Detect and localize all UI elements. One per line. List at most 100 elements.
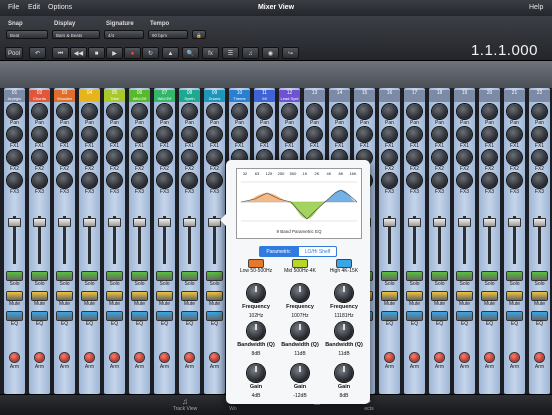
pan-knob[interactable]	[507, 104, 522, 119]
volume-fader[interactable]	[158, 218, 171, 227]
mute-button[interactable]	[157, 292, 172, 300]
bandwidth-knob[interactable]	[247, 322, 265, 340]
tuner-icon[interactable]: ♫	[242, 47, 259, 59]
mute-button[interactable]	[432, 292, 447, 300]
track-header[interactable]: 13	[304, 90, 325, 102]
track-header[interactable]: 07 Wild Eff	[154, 90, 175, 102]
fx1-knob[interactable]	[282, 127, 297, 142]
track-header[interactable]: 14	[329, 90, 350, 102]
fx2-knob[interactable]	[407, 150, 422, 165]
volume-fader[interactable]	[433, 218, 446, 227]
solo-button[interactable]	[432, 272, 447, 280]
pan-knob[interactable]	[457, 104, 472, 119]
volume-fader[interactable]	[533, 218, 546, 227]
fx3-knob[interactable]	[407, 173, 422, 188]
mode-parametric-button[interactable]: Parametric	[259, 246, 298, 257]
mute-button[interactable]	[107, 292, 122, 300]
fx3-knob[interactable]	[132, 173, 147, 188]
rewind-icon[interactable]: ⏮	[52, 47, 69, 59]
band-selector[interactable]: Low 50-500Hz	[236, 260, 276, 274]
pan-knob[interactable]	[57, 104, 72, 119]
arm-record-button[interactable]	[110, 353, 119, 362]
signature-select[interactable]: 4/4	[104, 30, 144, 39]
pan-knob[interactable]	[7, 104, 22, 119]
fx2-knob[interactable]	[382, 150, 397, 165]
volume-fader[interactable]	[183, 218, 196, 227]
track-header[interactable]: 16	[379, 90, 400, 102]
fx2-knob[interactable]	[507, 150, 522, 165]
metronome-icon[interactable]: ▲	[162, 47, 179, 59]
fx3-knob[interactable]	[7, 173, 22, 188]
eq-button[interactable]	[57, 312, 72, 320]
mute-button[interactable]	[207, 292, 222, 300]
solo-button[interactable]	[132, 272, 147, 280]
fx3-knob[interactable]	[457, 173, 472, 188]
fx1-knob[interactable]	[107, 127, 122, 142]
fx2-knob[interactable]	[107, 150, 122, 165]
eq-button[interactable]	[82, 312, 97, 320]
mute-button[interactable]	[132, 292, 147, 300]
pan-knob[interactable]	[32, 104, 47, 119]
arm-record-button[interactable]	[185, 353, 194, 362]
eq-button[interactable]	[457, 312, 472, 320]
eq-button[interactable]	[32, 312, 47, 320]
fx3-knob[interactable]	[107, 173, 122, 188]
mode-shelf-button[interactable]: LO/Hi Shelf	[298, 246, 337, 257]
fx2-knob[interactable]	[532, 150, 547, 165]
stop-icon[interactable]: ■	[88, 47, 105, 59]
solo-button[interactable]	[482, 272, 497, 280]
fx2-knob[interactable]	[207, 150, 222, 165]
frequency-knob[interactable]	[335, 284, 353, 302]
eq-button[interactable]	[7, 312, 22, 320]
loop-icon[interactable]: ↻	[142, 47, 159, 59]
mute-button[interactable]	[182, 292, 197, 300]
track-header[interactable]: 12 Lead Synt	[279, 90, 300, 102]
fx1-knob[interactable]	[482, 127, 497, 142]
tab-track-view[interactable]: ♫ Track View	[168, 397, 202, 412]
solo-button[interactable]	[32, 272, 47, 280]
eq-graph[interactable]: 32 63 125 250 500 1K 2K 4K 8K 16K 9 Band Parametr…	[236, 168, 362, 239]
volume-fader[interactable]	[58, 218, 71, 227]
solo-button[interactable]	[182, 272, 197, 280]
solo-button[interactable]	[532, 272, 547, 280]
pan-knob[interactable]	[482, 104, 497, 119]
eq-button[interactable]	[382, 312, 397, 320]
lock-icon[interactable]: 🔒	[192, 30, 206, 39]
volume-fader[interactable]	[133, 218, 146, 227]
mute-button[interactable]	[407, 292, 422, 300]
fx1-knob[interactable]	[532, 127, 547, 142]
fx1-knob[interactable]	[7, 127, 22, 142]
fx1-knob[interactable]	[457, 127, 472, 142]
track-header[interactable]: 17	[404, 90, 425, 102]
fx1-knob[interactable]	[432, 127, 447, 142]
fx1-knob[interactable]	[157, 127, 172, 142]
fx1-knob[interactable]	[407, 127, 422, 142]
mute-button[interactable]	[32, 292, 47, 300]
arm-record-button[interactable]	[510, 353, 519, 362]
solo-button[interactable]	[457, 272, 472, 280]
zoom-icon[interactable]: 🔍	[182, 47, 199, 59]
track-header[interactable]: 20	[479, 90, 500, 102]
solo-button[interactable]	[107, 272, 122, 280]
track-header[interactable]: 03 Wooden	[54, 90, 75, 102]
solo-button[interactable]	[7, 272, 22, 280]
arm-record-button[interactable]	[160, 353, 169, 362]
snap-select[interactable]: Beat	[6, 30, 48, 39]
fx1-knob[interactable]	[257, 127, 272, 142]
track-header[interactable]: 11 Mi	[254, 90, 275, 102]
mute-button[interactable]	[532, 292, 547, 300]
arm-record-button[interactable]	[210, 353, 219, 362]
fx2-knob[interactable]	[432, 150, 447, 165]
mute-button[interactable]	[507, 292, 522, 300]
volume-fader[interactable]	[33, 218, 46, 227]
fx1-knob[interactable]	[332, 127, 347, 142]
solo-button[interactable]	[507, 272, 522, 280]
fx3-knob[interactable]	[482, 173, 497, 188]
arm-record-button[interactable]	[10, 353, 19, 362]
volume-fader[interactable]	[108, 218, 121, 227]
fx2-knob[interactable]	[57, 150, 72, 165]
arm-record-button[interactable]	[135, 353, 144, 362]
gain-knob[interactable]	[335, 364, 353, 382]
eq-button[interactable]	[157, 312, 172, 320]
tempo-select[interactable]: 90 bpm	[148, 30, 188, 39]
